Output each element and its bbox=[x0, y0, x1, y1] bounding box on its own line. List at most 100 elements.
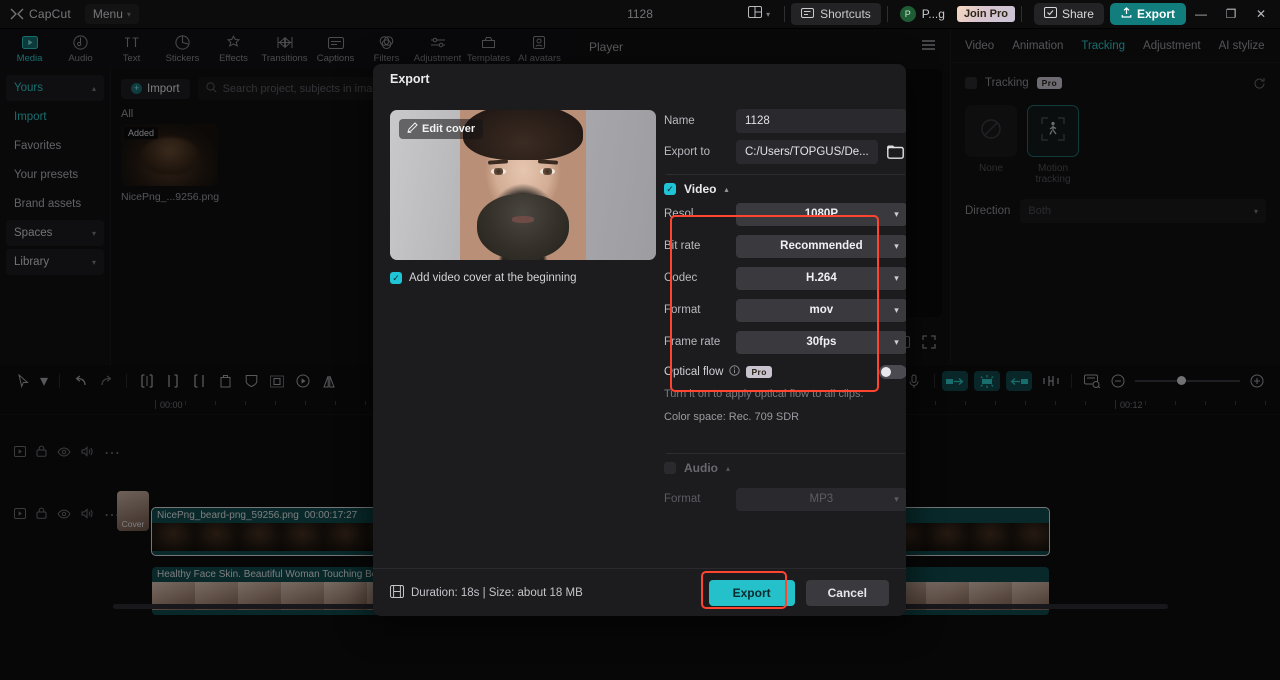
chevron-down-icon: ▾ bbox=[894, 304, 899, 315]
export-label: Export bbox=[1136, 7, 1175, 21]
share-icon bbox=[1043, 7, 1057, 21]
cover-image-beard bbox=[477, 194, 569, 260]
export-button[interactable]: Export bbox=[1109, 3, 1186, 25]
maximize-button[interactable]: ❐ bbox=[1216, 0, 1246, 29]
pencil-icon bbox=[407, 122, 418, 136]
chevron-down-icon: ▾ bbox=[894, 493, 899, 504]
dialog-body: Edit cover ✓ Add video cover at the begi… bbox=[373, 94, 906, 568]
resolution-row: Resol... 1080P ▾ bbox=[664, 202, 906, 226]
video-section-checkbox[interactable]: ✓ bbox=[664, 183, 676, 195]
optical-flow-row: Optical flow Pro bbox=[664, 363, 906, 381]
shortcuts-button[interactable]: Shortcuts bbox=[791, 3, 881, 25]
chevron-down-icon: ▾ bbox=[894, 336, 899, 347]
codec-select[interactable]: H.264 ▾ bbox=[736, 266, 906, 290]
settings-section: Name 1128 Export to C:/Users/TOPGUS/De..… bbox=[656, 94, 906, 568]
bitrate-value: Recommended bbox=[780, 240, 863, 252]
audio-format-row: Format MP3 ▾ bbox=[664, 487, 906, 511]
cover-preview[interactable]: Edit cover bbox=[390, 110, 656, 260]
join-pro-badge[interactable]: Join Pro bbox=[956, 6, 1015, 22]
framerate-select[interactable]: 30fps ▾ bbox=[736, 330, 906, 354]
film-icon bbox=[390, 584, 404, 601]
audio-section-header[interactable]: Audio ▴ bbox=[664, 454, 906, 482]
add-cover-label: Add video cover at the beginning bbox=[409, 272, 577, 284]
layout-button[interactable]: ▾ bbox=[740, 1, 778, 27]
name-label: Name bbox=[664, 115, 695, 127]
export-to-input[interactable]: C:/Users/TOPGUS/De... bbox=[736, 140, 878, 164]
format-label: Format bbox=[664, 304, 701, 316]
format-value: mov bbox=[809, 304, 834, 316]
minimize-button[interactable]: — bbox=[1186, 0, 1216, 29]
user-account[interactable]: P P...g bbox=[894, 4, 951, 24]
chevron-down-icon: ▾ bbox=[894, 240, 899, 251]
add-cover-checkbox[interactable]: ✓ bbox=[390, 272, 402, 284]
duration-info: Duration: 18s | Size: about 18 MB bbox=[390, 584, 583, 601]
format-row: Format mov ▾ bbox=[664, 298, 906, 322]
dialog-title: Export bbox=[390, 72, 430, 86]
chevron-down-icon: ▾ bbox=[894, 208, 899, 219]
chevron-down-icon: ▾ bbox=[766, 9, 771, 19]
edit-cover-button[interactable]: Edit cover bbox=[399, 119, 484, 139]
format-select[interactable]: mov ▾ bbox=[736, 298, 906, 322]
cover-image-mouth bbox=[512, 216, 534, 223]
audio-section-checkbox[interactable] bbox=[664, 462, 676, 474]
dialog-export-button[interactable]: Export bbox=[708, 579, 795, 606]
framerate-label: Frame rate bbox=[664, 336, 721, 348]
user-name: P...g bbox=[921, 7, 945, 21]
divider bbox=[784, 6, 786, 22]
codec-label: Codec bbox=[664, 272, 698, 284]
capcut-window: CapCut Menu ▾ 1128 ▾ Shortcuts P P...g J… bbox=[0, 0, 1280, 680]
toggle-knob bbox=[880, 367, 891, 377]
chevron-up-icon[interactable]: ▴ bbox=[724, 185, 728, 194]
audio-format-label: Format bbox=[664, 493, 701, 505]
bitrate-select[interactable]: Recommended ▾ bbox=[736, 234, 906, 258]
share-button[interactable]: Share bbox=[1033, 3, 1104, 25]
cover-image-eye-left bbox=[491, 168, 506, 175]
duration-text: Duration: 18s | Size: about 18 MB bbox=[411, 586, 583, 599]
framerate-value: 30fps bbox=[806, 336, 837, 348]
export-to-label: Export to bbox=[664, 146, 711, 158]
optical-flow-label: Optical flow bbox=[664, 366, 724, 378]
resolution-label: Resol... bbox=[664, 208, 703, 220]
footer-buttons: Export Cancel bbox=[700, 570, 889, 609]
titlebar-actions: ▾ Shortcuts P P...g Join Pro Share Expor… bbox=[740, 0, 1280, 29]
edit-cover-label: Edit cover bbox=[422, 123, 476, 135]
chevron-down-icon: ▾ bbox=[894, 272, 899, 283]
video-section-title: Video bbox=[684, 182, 717, 196]
pro-badge: Pro bbox=[746, 366, 772, 378]
divider bbox=[886, 6, 888, 22]
export-dialog: Export Edit cover ✓ Add video cover at t… bbox=[373, 64, 906, 616]
divider bbox=[1020, 6, 1022, 22]
codec-row: Codec H.264 ▾ bbox=[664, 266, 906, 290]
audio-format-value: MP3 bbox=[809, 493, 834, 505]
upload-icon bbox=[1121, 7, 1132, 21]
framerate-row: Frame rate 30fps ▾ bbox=[664, 330, 906, 354]
video-section-header[interactable]: ✓ Video ▴ bbox=[664, 175, 906, 203]
info-icon[interactable] bbox=[729, 363, 741, 381]
share-label: Share bbox=[1061, 7, 1094, 21]
close-button[interactable]: ✕ bbox=[1246, 0, 1276, 29]
keyboard-icon bbox=[801, 7, 815, 21]
shortcuts-label: Shortcuts bbox=[820, 7, 871, 21]
cover-section: Edit cover ✓ Add video cover at the begi… bbox=[373, 94, 656, 568]
resolution-select[interactable]: 1080P ▾ bbox=[736, 202, 906, 226]
dialog-cancel-button[interactable]: Cancel bbox=[805, 579, 889, 606]
codec-value: H.264 bbox=[806, 272, 837, 284]
avatar: P bbox=[899, 6, 916, 22]
cover-image-eye-right bbox=[540, 168, 555, 175]
name-row: Name 1128 bbox=[664, 109, 906, 133]
bitrate-label: Bit rate bbox=[664, 240, 701, 252]
audio-section-title: Audio bbox=[684, 461, 718, 475]
optical-flow-hint: Turn it on to apply optical flow to all … bbox=[664, 388, 864, 400]
add-cover-checkbox-row[interactable]: ✓ Add video cover at the beginning bbox=[390, 272, 656, 284]
chevron-up-icon[interactable]: ▴ bbox=[726, 464, 730, 473]
optical-flow-toggle[interactable] bbox=[878, 365, 906, 379]
bitrate-row: Bit rate Recommended ▾ bbox=[664, 234, 906, 258]
export-to-row: Export to C:/Users/TOPGUS/De... bbox=[664, 140, 906, 164]
color-space-info: Color space: Rec. 709 SDR bbox=[664, 411, 800, 423]
dialog-footer: Duration: 18s | Size: about 18 MB Export… bbox=[373, 568, 906, 616]
resolution-value: 1080P bbox=[804, 208, 839, 220]
layout-icon bbox=[748, 5, 763, 23]
name-input[interactable]: 1128 bbox=[736, 109, 906, 133]
audio-format-select[interactable]: MP3 ▾ bbox=[736, 487, 906, 511]
browse-folder-button[interactable] bbox=[885, 141, 906, 163]
